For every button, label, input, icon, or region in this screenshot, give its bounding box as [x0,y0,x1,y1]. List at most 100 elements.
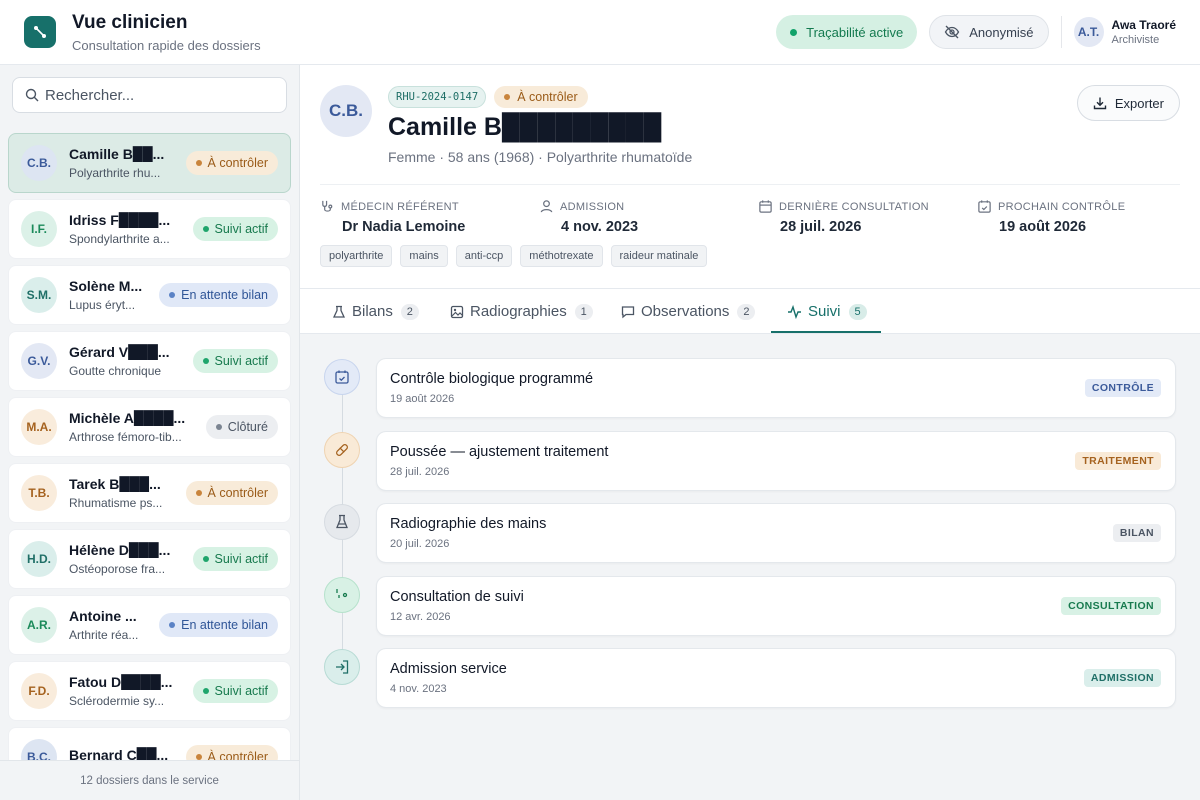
patient-avatar: C.B. [320,85,372,137]
avatar: H.D. [21,541,57,577]
event-date: 12 avr. 2026 [390,610,451,623]
field-label: MÉDECIN RÉFÉRENT [341,200,459,213]
event-title: Consultation de suivi [390,588,524,605]
tag[interactable]: mains [400,245,448,267]
status-dot [169,622,176,628]
field-label: PROCHAIN CONTRÔLE [998,200,1126,213]
avatar: A.R. [21,607,57,643]
status-badge: À contrôler [185,481,278,505]
export-button[interactable]: Exporter [1076,85,1180,121]
patient-list-item[interactable]: M.A. Michèle A████... Arthrose fémoro-tib.… [8,397,291,457]
field-next-check: PROCHAIN CONTRÔLE 19 août 2026 [977,199,1187,235]
patient-name: Antoine ... [69,608,137,624]
timeline-event[interactable]: Contrôle biologique programmé 19 août 202… [376,358,1176,418]
avatar: B.C. [21,739,57,761]
message-icon [621,305,635,318]
event-date: 19 août 2026 [390,393,455,405]
status-label: À contrôler [207,156,268,170]
traceability-toggle[interactable]: Traçabilité active [776,15,918,49]
status-dot [202,358,209,364]
patient-name: Tarek B███... [69,476,161,492]
image-icon [450,305,464,318]
status-dot [202,226,209,232]
status-badge: En attente bilan [159,283,278,307]
tag-list: polyarthrite mains anti-ccp méthotrexate rai… [320,245,715,267]
search-input[interactable] [45,86,265,104]
patient-name: Solène M... [69,278,143,294]
app-header: Vue clinicien Consultation rapide des do… [0,0,1200,65]
tag[interactable]: raideur matinale [610,245,708,267]
tab-suivi[interactable]: Suivi 5 [787,289,867,334]
field-value: 19 août 2026 [999,219,1087,235]
timeline-event[interactable]: Poussée — ajustement traitement 28 juil. … [376,430,1176,491]
patient-list-item[interactable]: H.D. Hélène D███... Ostéoporose fra... Suiv… [8,529,291,589]
user-avatar[interactable]: A.T. [1073,17,1104,47]
patient-name: Michèle A████... [69,410,186,426]
status-dot [504,94,511,100]
link-icon [34,26,46,38]
stethoscope-icon [322,200,333,212]
anonymize-toggle[interactable]: Anonymisé [929,15,1049,49]
avatar: T.B. [21,475,57,511]
patient-list-item[interactable]: C.B. Camille B██... Polyarthrite rhu... À c… [8,133,291,193]
status-label: Suivi actif [214,222,269,236]
user-menu[interactable]: Awa Traoré Archiviste [1112,18,1176,46]
patient-diagnosis: Lupus éryt... [69,298,136,312]
patient-list-item[interactable]: S.M. Solène M... Lupus éryt... En attente b… [8,265,291,325]
timeline-icon [324,649,360,685]
active-tab-indicator [771,331,881,333]
avatar: C.B. [21,145,57,181]
patient-list-item[interactable]: F.D. Fatou D████... Sclérodermie sy... Suiv… [8,661,291,721]
tab-bilans[interactable]: Bilans 2 [332,289,419,334]
status-label: Suivi actif [214,552,269,566]
tab-count: 2 [400,303,419,320]
patient-name: Gérard V███... [69,344,170,360]
event-type-badge: TRAITEMENT [1075,451,1161,470]
status-label: Suivi actif [214,354,269,368]
status-label: Clôturé [227,420,268,434]
patient-list-item[interactable]: A.R. Antoine ... Arthrite réa... En attente… [8,595,291,655]
event-type-badge: BILAN [1112,524,1161,542]
app-subtitle: Consultation rapide des dossiers [72,37,261,53]
tab-observations[interactable]: Observations 2 [621,289,756,334]
search-box[interactable] [12,77,287,113]
patient-diagnosis: Polyarthrite rhu... [69,166,161,180]
patient-list-item[interactable]: G.V. Gérard V███... Goutte chronique Suivi … [8,331,291,391]
divider [320,184,1180,185]
flask-icon [336,514,348,529]
event-type-badge: ADMISSION [1083,669,1161,687]
event-title: Poussée — ajustement traitement [390,443,609,460]
patient-name: Camille B█████████ [388,113,662,141]
login-icon [336,660,349,674]
tag[interactable]: méthotrexate [520,245,603,267]
timeline-event[interactable]: Admission service 4 nov. 2023 ADMISSION [376,648,1176,708]
user-name: Awa Traoré [1111,18,1176,32]
field-doctor: MÉDECIN RÉFÉRENT Dr Nadia Lemoine [320,199,530,235]
status-badge: Clôturé [205,415,278,439]
timeline-event[interactable]: Consultation de suivi 12 avr. 2026 CONSULT… [376,575,1176,636]
tag[interactable]: anti-ccp [455,245,513,267]
anonymize-label: Anonymisé [969,24,1034,40]
pill-icon [336,443,348,456]
tab-count: 5 [848,303,867,320]
activity-icon [788,304,801,319]
avatar: S.M. [21,277,57,313]
status-dot [215,424,222,430]
timeline-event[interactable]: Radiographie des mains 20 juil. 2026 BILAN [376,503,1176,563]
status-dot [195,490,202,496]
status-badge: À contrôler [185,151,278,175]
patient-diagnosis: Ostéoporose fra... [69,562,166,576]
patient-list-item[interactable]: B.C. Bernard C██... À contrôler [8,727,291,761]
status-badge: Suivi actif [192,547,278,571]
patient-list-item[interactable]: T.B. Tarek B███... Rhumatisme ps... À contr… [8,463,291,523]
status-dot [790,28,798,36]
patient-diagnosis: Goutte chronique [69,364,162,378]
app-logo [24,16,56,48]
tag[interactable]: polyarthrite [320,245,393,267]
search-icon [25,88,39,102]
patient-list-item[interactable]: I.F. Idriss F████... Spondylarthrite a... S… [8,199,291,259]
status-badge: À contrôler [494,86,588,108]
timeline-icon [324,576,360,613]
tab-radiographies[interactable]: Radiographies 1 [450,289,593,334]
patient-profile: C.B. RHU-2024-0147 À contrôler Camille B… [300,65,1200,289]
